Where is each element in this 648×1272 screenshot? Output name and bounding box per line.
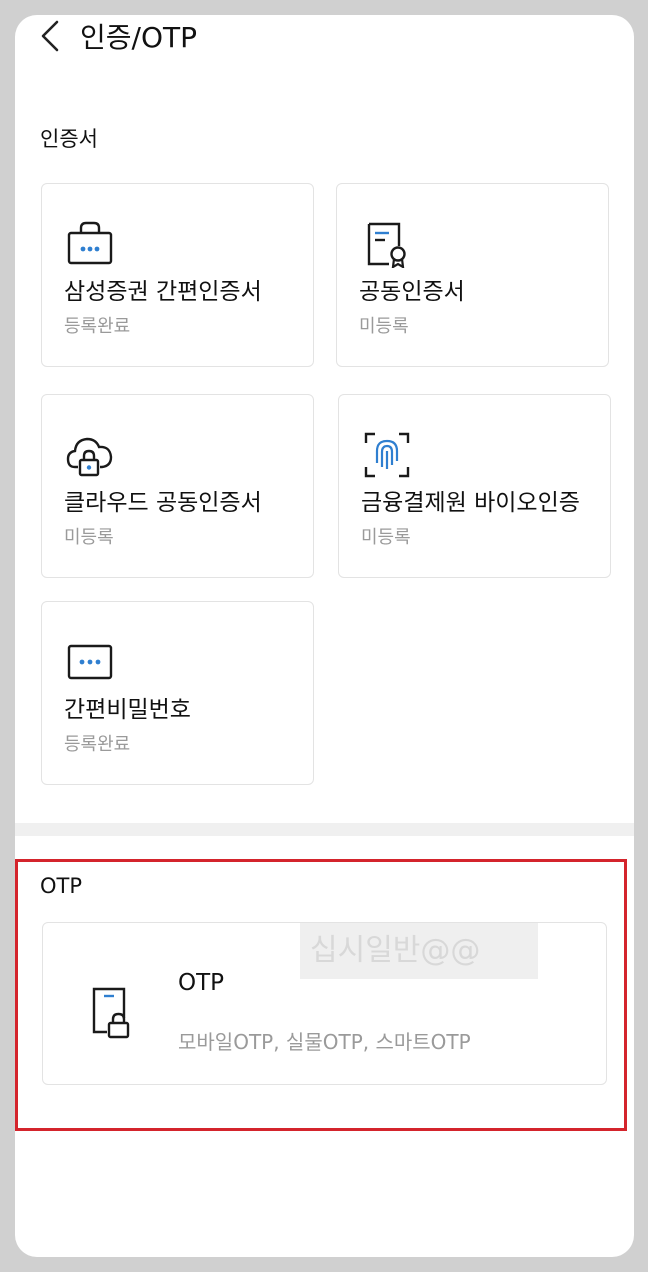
app-screen: 인증/OTP 인증서 삼성증권 간편인증서 등록완료 공동인증서 미등록 클라우… xyxy=(15,15,634,1257)
card-status: 미등록 xyxy=(359,316,409,337)
watermark: 십시일반@@ xyxy=(300,923,538,979)
otp-section-title: OTP xyxy=(40,874,83,898)
card-title: 삼성증권 간편인증서 xyxy=(64,279,262,305)
card-title: 간편비밀번호 xyxy=(64,697,191,723)
card-status: 등록완료 xyxy=(64,734,131,755)
card-status: 미등록 xyxy=(361,527,411,548)
card-cloud-joint-certificate[interactable]: 클라우드 공동인증서 미등록 xyxy=(41,394,314,578)
card-samsung-simple-certificate[interactable]: 삼성증권 간편인증서 등록완료 xyxy=(41,183,314,367)
header: 인증/OTP xyxy=(15,15,634,55)
card-title: OTP xyxy=(178,970,225,996)
certificate-document-icon xyxy=(367,222,406,268)
back-arrow-icon[interactable] xyxy=(37,19,67,53)
card-title: 공동인증서 xyxy=(359,279,465,305)
bag-dots-icon xyxy=(67,221,113,265)
card-simple-password[interactable]: 간편비밀번호 등록완료 xyxy=(41,601,314,785)
page-title: 인증/OTP xyxy=(80,21,197,54)
card-joint-certificate[interactable]: 공동인증서 미등록 xyxy=(336,183,609,367)
fingerprint-scan-icon xyxy=(364,432,410,478)
card-status: 미등록 xyxy=(64,527,114,548)
card-description: 모바일OTP, 실물OTP, 스마트OTP xyxy=(178,1030,471,1054)
password-box-icon xyxy=(67,644,113,680)
card-status: 등록완료 xyxy=(64,316,131,337)
section-divider xyxy=(15,823,634,836)
card-title: 클라우드 공동인증서 xyxy=(64,490,262,516)
certificate-section-title: 인증서 xyxy=(40,127,98,151)
cloud-lock-icon xyxy=(66,437,113,477)
card-bio-authentication[interactable]: 금융결제원 바이오인증 미등록 xyxy=(338,394,611,578)
otp-device-lock-icon xyxy=(92,987,130,1039)
card-title: 금융결제원 바이오인증 xyxy=(361,490,580,516)
